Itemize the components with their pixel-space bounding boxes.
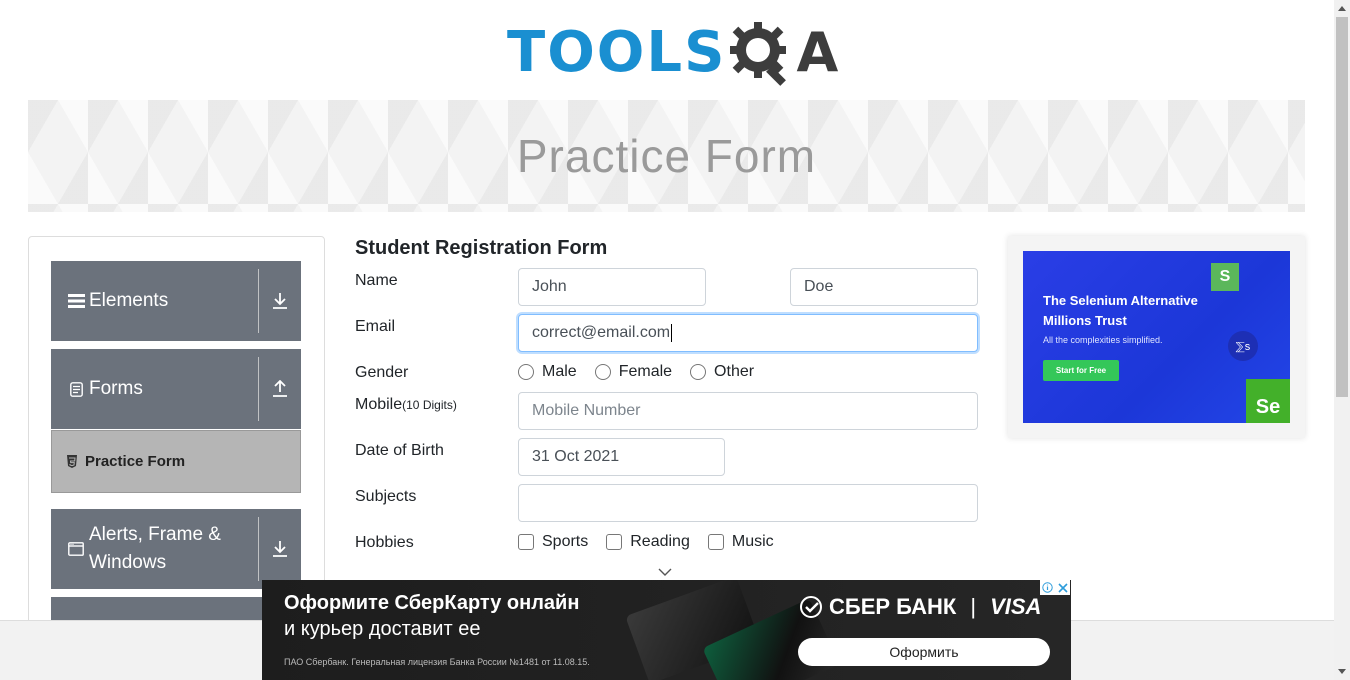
- hobby-reading-checkbox[interactable]: Reading: [606, 533, 690, 551]
- checkbox-icon: [606, 534, 623, 550]
- bottom-ad[interactable]: Оформите СберКарту онлайн и курьер доста…: [262, 580, 1071, 680]
- ad-info-icon[interactable]: [1040, 580, 1055, 595]
- html5-icon: [66, 455, 78, 468]
- bottom-ad-legal: ПАО Сбербанк. Генеральная лицензия Банка…: [284, 657, 590, 667]
- sberbank-logo: СБЕР БАНК | VISA: [799, 594, 1041, 620]
- form-title: Student Registration Form: [355, 237, 608, 259]
- page-scrollbar[interactable]: [1334, 0, 1350, 680]
- bottom-ad-subline: и курьер доставит ее: [284, 618, 481, 640]
- gender-other-radio[interactable]: Other: [690, 363, 754, 381]
- testing-icon: ⅀s: [1228, 331, 1258, 361]
- radio-label: Female: [618, 363, 673, 380]
- radio-icon: [690, 364, 707, 380]
- divider: [258, 517, 259, 581]
- download-arrow-icon: [259, 292, 301, 310]
- mobile-label-text: Mobile: [355, 396, 403, 413]
- gender-female-radio[interactable]: Female: [594, 363, 673, 381]
- hobby-music-checkbox[interactable]: Music: [707, 533, 774, 551]
- mobile-hint: (10 Digits): [402, 398, 457, 412]
- start-for-free-button[interactable]: Start for Free: [1043, 360, 1119, 381]
- window-icon: [67, 542, 85, 556]
- last-name-input[interactable]: Doe: [790, 268, 978, 306]
- se-badge: Se: [1246, 379, 1290, 423]
- side-ad[interactable]: S The Selenium Alternative Millions Trus…: [1023, 251, 1290, 423]
- hobbies-options: Sports Reading Music: [518, 533, 792, 551]
- radio-label: Other: [714, 363, 755, 380]
- ad-controls: [1040, 580, 1070, 595]
- checkbox-label: Sports: [542, 533, 589, 550]
- selenium-badge: S: [1211, 263, 1239, 291]
- sidebar-item-practice-form[interactable]: Practice Form: [51, 430, 301, 493]
- first-name-input[interactable]: John: [518, 268, 706, 306]
- scroll-down-icon[interactable]: [1334, 664, 1350, 680]
- hobbies-label: Hobbies: [355, 534, 414, 551]
- dob-label: Date of Birth: [355, 442, 444, 459]
- logo-a: A: [796, 21, 839, 84]
- brand-separator: |: [970, 594, 977, 619]
- sber-text: СБЕР БАНК: [829, 594, 957, 619]
- subjects-label: Subjects: [355, 488, 417, 505]
- sidebar-group-elements[interactable]: Elements: [51, 261, 301, 341]
- document-icon: [67, 381, 85, 397]
- checkbox-icon: [518, 534, 534, 550]
- toolsqa-logo[interactable]: TOOLS A: [507, 14, 838, 92]
- bottom-ad-headline: Оформите СберКарту онлайн: [284, 592, 580, 614]
- mobile-label: Mobile(10 Digits): [355, 396, 457, 414]
- sidebar-group-label: Forms: [89, 378, 143, 399]
- sidebar-group-label: Elements: [89, 290, 169, 311]
- side-ad-frame: S The Selenium Alternative Millions Trus…: [1008, 236, 1305, 438]
- mobile-input[interactable]: Mobile Number: [518, 392, 978, 430]
- hobby-sports-checkbox[interactable]: Sports: [518, 533, 588, 551]
- sidebar: Elements Forms Practice Form Alerts, Fra…: [28, 236, 325, 637]
- close-icon[interactable]: [1055, 580, 1070, 595]
- page-title: Practice Form: [516, 130, 817, 182]
- date-of-birth-input[interactable]: 31 Oct 2021: [518, 438, 725, 476]
- visa-logo: VISA: [990, 594, 1042, 619]
- hamburger-icon: [67, 294, 85, 308]
- sidebar-group-alerts[interactable]: Alerts, Frame & Windows: [51, 509, 301, 589]
- logo-text: TOOLS: [507, 20, 727, 85]
- apply-button[interactable]: Оформить: [798, 638, 1050, 666]
- side-ad-headline: The Selenium Alternative Millions Trust: [1043, 293, 1198, 328]
- subjects-input[interactable]: [518, 484, 978, 522]
- scroll-up-icon[interactable]: [1334, 0, 1350, 16]
- email-label: Email: [355, 318, 396, 335]
- email-value: correct@email.com: [532, 324, 671, 341]
- page: TOOLS A Practice Form Elements Forms Pra…: [0, 0, 1350, 680]
- checkbox-icon: [707, 534, 724, 550]
- gender-options: Male Female Other: [518, 363, 772, 381]
- gender-label: Gender: [355, 364, 409, 381]
- checkbox-label: Music: [731, 533, 774, 550]
- divider: [258, 357, 259, 421]
- sidebar-group-forms[interactable]: Forms: [51, 349, 301, 429]
- checkbox-label: Reading: [630, 533, 690, 550]
- divider: [258, 269, 259, 333]
- download-arrow-icon: [259, 540, 301, 558]
- radio-icon: [518, 364, 534, 380]
- upload-arrow-icon: [259, 380, 301, 398]
- sber-check-icon: [800, 596, 822, 618]
- radio-icon: [594, 364, 611, 380]
- text-caret: [671, 324, 673, 342]
- name-label: Name: [355, 272, 398, 289]
- email-input[interactable]: correct@email.com: [518, 314, 978, 352]
- sidebar-group-label: Alerts, Frame & Windows: [89, 524, 221, 573]
- gender-male-radio[interactable]: Male: [518, 363, 577, 381]
- page-banner: Practice Form: [28, 100, 1305, 212]
- scroll-thumb[interactable]: [1336, 17, 1348, 397]
- side-ad-subline: All the complexities simplified.: [1043, 335, 1163, 345]
- radio-label: Male: [542, 363, 577, 380]
- sidebar-item-label: Practice Form: [85, 453, 186, 470]
- gear-icon: [728, 20, 794, 86]
